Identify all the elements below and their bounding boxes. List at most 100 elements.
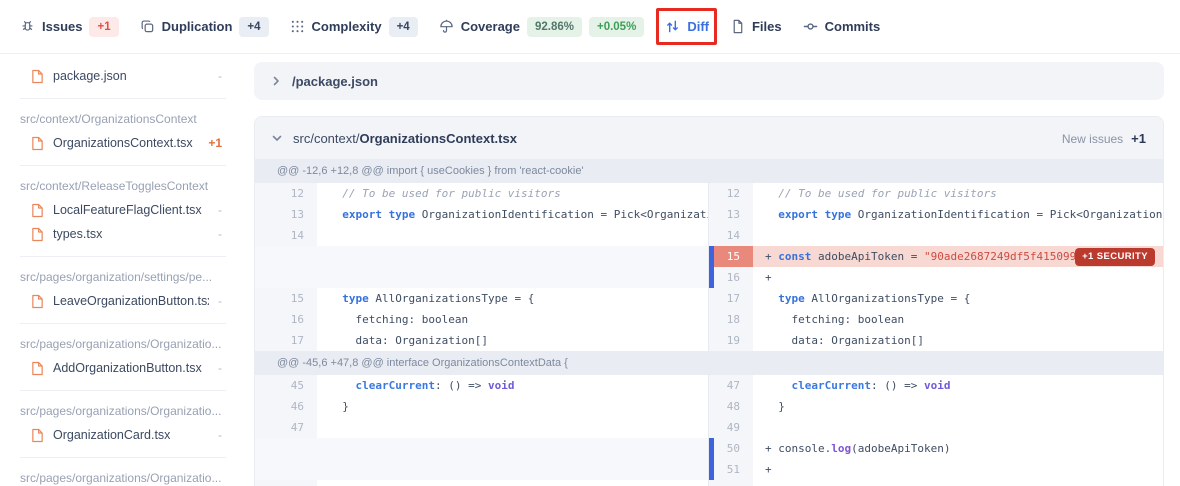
code-line: export type OrganizationIdentification =… [317, 204, 708, 225]
diff-left-side: 17 data: Organization[] [255, 330, 709, 351]
code-line [753, 225, 1163, 246]
file-diff-card: src/context/OrganizationsContext.tsx New… [254, 116, 1164, 486]
file-group-header: src/pages/organization/settings/pe... [20, 259, 226, 289]
file-modified-icon [31, 227, 44, 242]
diff-left-side: 45 clearCurrent: () => void [255, 375, 709, 396]
code-line: type AllOrganizationsType = { [317, 288, 708, 309]
file-group: src/context/ReleaseTogglesContextLocalFe… [20, 166, 226, 257]
code-line: clearCurrent: () => void [753, 375, 1163, 396]
file-path: src/context/OrganizationsContext.tsx [293, 131, 517, 146]
file-group: package.json- [20, 62, 226, 99]
diff-left-side [255, 438, 709, 459]
file-diff-card-header[interactable]: src/context/OrganizationsContext.tsx New… [255, 117, 1163, 159]
file-icon [730, 19, 745, 34]
code-line [753, 417, 1163, 438]
file-modified-icon [31, 361, 44, 376]
coverage-badge: 92.86% [527, 17, 582, 37]
tab-label: Commits [825, 19, 881, 34]
line-number: 12 [255, 183, 317, 204]
line-number [255, 438, 317, 459]
file-tree-item[interactable]: OrganizationsContext.tsx+1 [20, 131, 226, 155]
hunk-header: @@ -45,6 +47,8 @@ interface Organization… [255, 351, 1163, 375]
line-number: 15 [255, 288, 317, 309]
line-number: 13 [255, 204, 317, 225]
line-number: 14 [709, 225, 753, 246]
file-tree-item[interactable]: types.tsx- [20, 222, 226, 246]
line-number: 14 [255, 225, 317, 246]
code-line [317, 459, 708, 480]
tab-issues[interactable]: Issues+1 [20, 17, 119, 37]
file-tree-item[interactable]: LocalFeatureFlagClient.tsx- [20, 198, 226, 222]
file-group-header: src/pages/organizations/Organizatio... [20, 460, 226, 486]
code-line [317, 267, 708, 288]
line-number: 16 [709, 267, 753, 288]
file-name: package.json [53, 69, 209, 83]
tab-diff[interactable]: Diff [665, 19, 709, 34]
diff-row: 46 }48 } [255, 396, 1163, 417]
diff-left-side [255, 459, 709, 480]
line-number [255, 246, 317, 267]
bug-icon [20, 19, 35, 34]
file-tree-item[interactable]: OrganizationCard.tsx- [20, 423, 226, 447]
tab-commits[interactable]: Commits [803, 19, 881, 34]
code-line: + [753, 267, 1163, 288]
diff-row: 13 export type OrganizationIdentificatio… [255, 204, 1163, 225]
collapsed-file-bar[interactable]: /package.json [254, 62, 1164, 100]
code-line: fetching: boolean [317, 309, 708, 330]
tab-label: Duplication [162, 19, 233, 34]
code-line: } [753, 396, 1163, 417]
new-issues-summary: New issues +1 [1062, 131, 1146, 146]
file-tree-item[interactable]: package.json- [20, 64, 226, 88]
line-number: 13 [709, 204, 753, 225]
file-name: OrganizationCard.tsx [53, 428, 209, 442]
diff-row: 48 const OrganizationsContext = React.cr… [255, 480, 1163, 486]
change-marker: - [218, 69, 226, 83]
line-number: 17 [709, 288, 753, 309]
tab-duplication[interactable]: Duplication+4 [140, 17, 269, 37]
tab-coverage[interactable]: Coverage92.86%+0.05% [439, 17, 645, 37]
code-line: fetching: boolean [753, 309, 1163, 330]
diff-right-side: 13 export type OrganizationIdentificatio… [709, 204, 1163, 225]
diff-row: 15+ const adobeApiToken = "90ade2687249d… [255, 246, 1163, 267]
line-number: 49 [709, 417, 753, 438]
code-line: } [317, 396, 708, 417]
diff-row: 51+ [255, 459, 1163, 480]
diff-row: 12 // To be used for public visitors12 /… [255, 183, 1163, 204]
tab-label: Diff [687, 19, 709, 34]
line-number [255, 459, 317, 480]
line-number: 17 [255, 330, 317, 351]
diff-left-side: 14 [255, 225, 709, 246]
file-group-header: src/context/ReleaseTogglesContext [20, 168, 226, 198]
diff-right-side: 12 // To be used for public visitors [709, 183, 1163, 204]
code-line [317, 417, 708, 438]
tab-complexity[interactable]: Complexity+4 [290, 17, 418, 37]
file-name: LeaveOrganizationButton.tsx [53, 294, 209, 308]
file-group-header: src/context/OrganizationsContext [20, 101, 226, 131]
diff-right-side: 15+ const adobeApiToken = "90ade2687249d… [709, 246, 1163, 267]
file-modified-icon [31, 69, 44, 84]
file-tree-item[interactable]: LeaveOrganizationButton.tsx- [20, 289, 226, 313]
diff-right-side: 51+ [709, 459, 1163, 480]
diff-right-side: 49 [709, 417, 1163, 438]
diff-row: 4749 [255, 417, 1163, 438]
diff-right-side: 17 type AllOrganizationsType = { [709, 288, 1163, 309]
coverage-badge: +0.05% [589, 17, 644, 37]
code-line: // To be used for public visitors [753, 183, 1163, 204]
line-number: 46 [255, 396, 317, 417]
change-marker: - [218, 294, 226, 308]
diff-left-side: 13 export type OrganizationIdentificatio… [255, 204, 709, 225]
file-group: src/pages/organizations/Organizatio...Or… [20, 391, 226, 458]
line-number: 18 [709, 309, 753, 330]
file-group: src/pages/organizations/Organizatio...Or… [20, 458, 226, 486]
line-number: 51 [709, 459, 753, 480]
security-issue-badge[interactable]: +1 SECURITY [1075, 248, 1155, 266]
code-line: + console.log(adobeApiToken) [753, 438, 1163, 459]
tab-files[interactable]: Files [730, 19, 782, 34]
content-area: package.json-src/context/OrganizationsCo… [0, 54, 1180, 486]
diff-row: 50+ console.log(adobeApiToken) [255, 438, 1163, 459]
line-number: 45 [255, 375, 317, 396]
diff-row: 14 14 [255, 225, 1163, 246]
file-tree-item[interactable]: AddOrganizationButton.tsx- [20, 356, 226, 380]
diff-left-side [255, 267, 709, 288]
code-line: data: Organization[] [317, 330, 708, 351]
